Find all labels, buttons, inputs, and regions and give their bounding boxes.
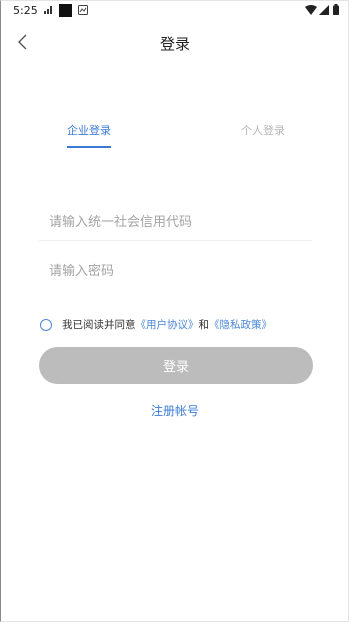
wifi-icon: [305, 5, 317, 15]
status-time: 5:25: [13, 4, 38, 17]
agreement-prefix: 我已阅读并同意: [62, 319, 136, 331]
agreement-conjunction: 和: [198, 319, 210, 331]
cellular-icon: [319, 5, 329, 15]
agreement-text: 我已阅读并同意《用户协议》和《隐私政策》: [62, 317, 272, 332]
credit-code-input[interactable]: [39, 204, 312, 240]
status-bar: 5:25: [0, 0, 350, 22]
screen-frame: [0, 0, 349, 622]
password-input[interactable]: [39, 253, 312, 289]
tab-personal-login[interactable]: 个人登录: [241, 122, 285, 138]
battery-icon: [333, 4, 339, 15]
active-tab-indicator: [67, 146, 111, 148]
privacy-policy-link[interactable]: 《隐私政策》: [209, 319, 272, 331]
signal-small-icon: [44, 6, 52, 14]
black-square-icon: [59, 4, 72, 17]
register-link[interactable]: 注册帐号: [0, 402, 350, 419]
tab-enterprise-login[interactable]: 企业登录: [67, 122, 111, 138]
notification-icon: [78, 5, 88, 15]
agreement-radio[interactable]: [40, 319, 52, 331]
user-agreement-link[interactable]: 《用户协议》: [136, 319, 199, 331]
login-button[interactable]: 登录: [39, 347, 313, 384]
page-title: 登录: [159, 35, 190, 53]
field-divider: [39, 240, 312, 241]
